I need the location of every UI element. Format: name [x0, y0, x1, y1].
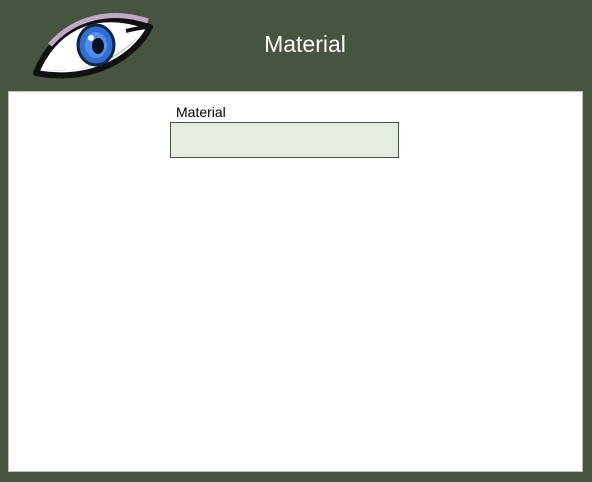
footer-strip: [0, 473, 592, 482]
page-title: Material: [264, 31, 346, 57]
app-frame: Material Material: [0, 0, 592, 482]
eye-icon: [33, 13, 153, 79]
content-panel: Material: [8, 91, 583, 472]
header: Material: [0, 0, 592, 90]
material-label: Material: [176, 104, 226, 120]
material-input[interactable]: [170, 122, 399, 158]
